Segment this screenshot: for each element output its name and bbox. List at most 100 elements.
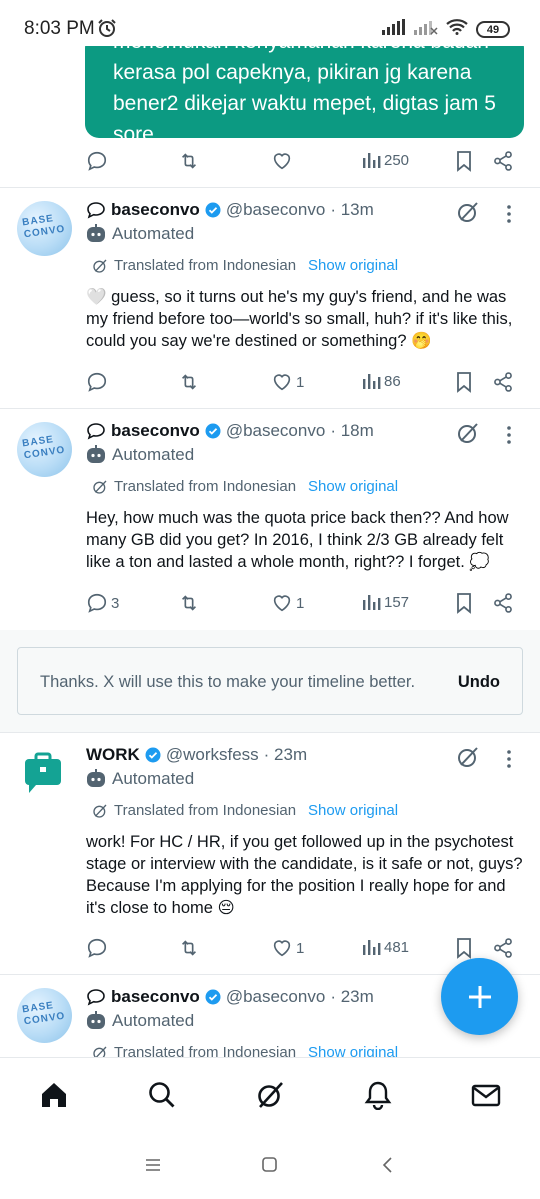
briefcase-chat-icon — [25, 752, 61, 793]
like-button[interactable]: 1 — [271, 592, 304, 614]
share-button[interactable] — [492, 150, 514, 172]
bookmark-icon — [457, 593, 471, 614]
bookmark-button[interactable] — [454, 592, 474, 614]
views-button[interactable]: 250 — [361, 150, 409, 170]
notifications-icon[interactable] — [363, 1080, 393, 1115]
verified-badge-icon — [205, 989, 221, 1005]
repost-icon — [181, 940, 197, 956]
bookmark-button[interactable] — [454, 937, 474, 959]
repost-button[interactable] — [177, 150, 201, 172]
alarm-icon — [97, 18, 117, 43]
bookmark-button[interactable] — [454, 150, 474, 172]
home-icon[interactable] — [39, 1080, 69, 1115]
bookmark-button[interactable] — [454, 371, 474, 393]
bookmark-icon — [457, 372, 471, 393]
like-count: 1 — [296, 594, 305, 612]
tweet-header: WORK @worksfess · 23m — [86, 745, 307, 765]
feedback-area: Thanks. X will use this to make your tim… — [0, 630, 540, 732]
more-options-icon[interactable] — [506, 425, 512, 450]
bottom-nav — [0, 1057, 540, 1137]
tweet-time: · 23m — [263, 745, 308, 764]
views-count: 481 — [384, 938, 410, 956]
avatar[interactable]: BASE CONVO — [17, 422, 72, 477]
repost-button[interactable] — [177, 371, 201, 393]
user-handle[interactable]: @baseconvo — [226, 421, 326, 441]
reply-button[interactable] — [86, 937, 111, 959]
like-button[interactable]: 1 — [271, 937, 304, 959]
timeline-screen: { "status_bar": { "time": "8:03 PM", "ba… — [0, 0, 540, 1199]
share-button[interactable] — [492, 937, 514, 959]
grok-icon[interactable] — [456, 421, 480, 450]
repost-button[interactable] — [177, 937, 201, 959]
avatar[interactable]: BASE CONVO — [17, 988, 72, 1043]
bot-icon — [87, 769, 105, 787]
reply-count: 3 — [111, 594, 120, 612]
speech-bubble-icon — [87, 423, 105, 440]
avatar[interactable] — [17, 745, 72, 800]
show-original-link[interactable]: Show original — [308, 802, 398, 819]
messages-icon[interactable] — [471, 1080, 501, 1115]
grok-icon[interactable] — [456, 200, 480, 229]
views-icon — [363, 595, 381, 610]
share-icon — [494, 938, 512, 958]
user-handle[interactable]: @worksfess — [166, 745, 259, 765]
tweet-text: Hey, how much was the quota price back t… — [86, 509, 509, 571]
heart-icon — [273, 374, 291, 391]
display-name[interactable]: WORK — [86, 745, 140, 765]
share-icon — [494, 151, 512, 171]
tweet-actions: 250 — [86, 150, 516, 176]
views-button[interactable]: 481 — [361, 937, 409, 957]
reply-button[interactable]: 3 — [86, 592, 119, 614]
avatar[interactable]: BASE CONVO — [17, 201, 72, 256]
user-handle[interactable]: @baseconvo — [226, 987, 326, 1007]
views-icon — [363, 940, 381, 955]
display-name[interactable]: baseconvo — [111, 421, 200, 441]
more-options-icon[interactable] — [506, 749, 512, 774]
views-count: 157 — [384, 593, 410, 611]
bot-icon — [87, 1011, 105, 1029]
avatar-text: BASE CONVO — [21, 213, 67, 241]
tweet-actions: 3 1 157 — [86, 592, 516, 618]
display-name[interactable]: baseconvo — [111, 200, 200, 220]
tweet-text: 🤍 guess, so it turns out he's my guy's f… — [86, 288, 513, 350]
back-icon[interactable] — [379, 1156, 397, 1179]
home-circle-icon[interactable] — [261, 1156, 279, 1179]
bookmark-icon — [457, 938, 471, 959]
status-bar: 8:03 PM 49 — [0, 0, 540, 46]
reply-icon — [87, 938, 107, 958]
translated-text: Translated from Indonesian — [114, 257, 297, 274]
repost-button[interactable] — [177, 592, 201, 614]
user-handle[interactable]: @baseconvo — [226, 200, 326, 220]
heart-icon — [273, 940, 291, 957]
undo-button[interactable]: Undo — [458, 673, 500, 692]
reply-button[interactable] — [86, 150, 111, 172]
translated-text: Translated from Indonesian — [114, 478, 297, 495]
media-text: menemukan kenyamanan karena badan kerasa… — [113, 34, 496, 138]
views-button[interactable]: 86 — [361, 371, 401, 391]
like-button[interactable] — [271, 150, 293, 172]
divider — [0, 187, 540, 188]
grok-icon[interactable] — [456, 745, 480, 774]
tweet-media-card[interactable]: menemukan kenyamanan karena badan kerasa… — [85, 34, 524, 138]
grok-icon[interactable] — [255, 1080, 285, 1115]
tweet-time: · 18m — [330, 421, 374, 440]
verified-badge-icon — [145, 747, 161, 763]
share-button[interactable] — [492, 592, 514, 614]
reply-icon — [87, 151, 107, 171]
tweet-header: baseconvo @baseconvo · 13m — [86, 200, 374, 220]
system-nav — [0, 1137, 540, 1199]
automated-text: Automated — [112, 1011, 195, 1030]
like-button[interactable]: 1 — [271, 371, 304, 393]
display-name[interactable]: baseconvo — [111, 987, 200, 1007]
recents-icon[interactable] — [144, 1156, 162, 1179]
compose-button[interactable] — [441, 958, 518, 1035]
show-original-link[interactable]: Show original — [308, 478, 398, 495]
translation-notice: Translated from Indonesian Show original — [92, 257, 398, 274]
speech-bubble-icon — [87, 202, 105, 219]
share-button[interactable] — [492, 371, 514, 393]
more-options-icon[interactable] — [506, 204, 512, 229]
search-icon[interactable] — [147, 1080, 177, 1115]
show-original-link[interactable]: Show original — [308, 257, 398, 274]
reply-button[interactable] — [86, 371, 111, 393]
views-button[interactable]: 157 — [361, 592, 409, 612]
